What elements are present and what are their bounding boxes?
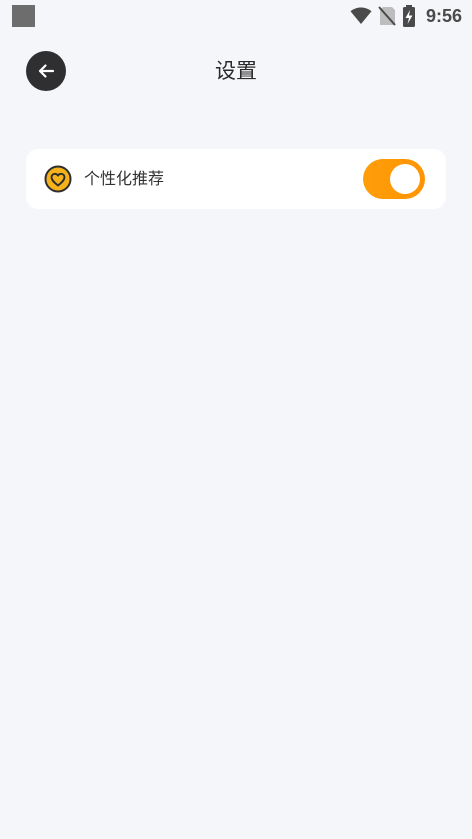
status-time: 9:56 xyxy=(425,5,462,26)
battery-charging-icon xyxy=(402,5,415,27)
back-button[interactable] xyxy=(26,51,66,91)
app-notification-icon xyxy=(12,5,35,27)
personalized-recommendation-toggle[interactable] xyxy=(363,159,425,199)
wifi-icon xyxy=(350,7,372,24)
status-bar: 9:56 xyxy=(0,0,472,32)
header: 设置 xyxy=(0,48,472,94)
heart-badge-icon xyxy=(44,165,72,193)
arrow-left-icon xyxy=(38,64,55,78)
no-sim-icon xyxy=(378,6,396,26)
settings-card: 个性化推荐 xyxy=(26,149,446,209)
toggle-knob xyxy=(390,164,420,194)
page-title: 设置 xyxy=(215,59,257,83)
row-label-personalized-recommendation: 个性化推荐 xyxy=(84,169,165,188)
status-icons: 9:56 xyxy=(350,5,462,27)
